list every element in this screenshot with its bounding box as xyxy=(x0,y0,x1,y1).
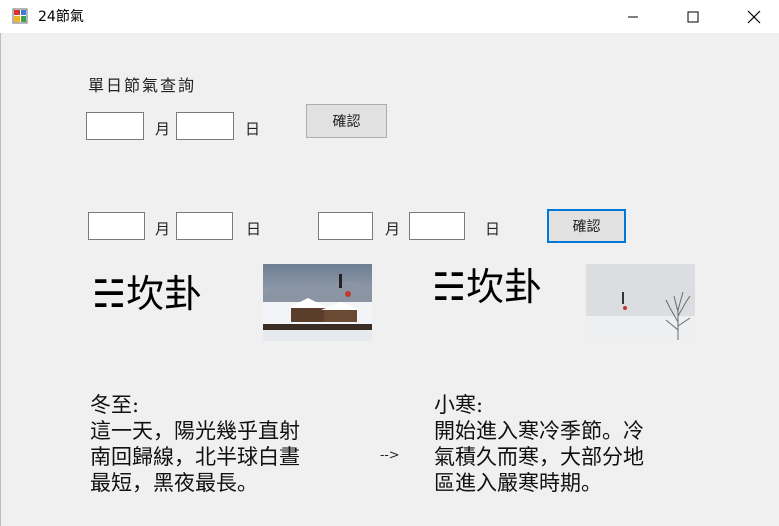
left-gua-label: ☵坎卦 xyxy=(92,272,203,316)
single-query-title: 單日節氣查詢 xyxy=(88,76,197,95)
single-confirm-button[interactable]: 確認 xyxy=(306,104,387,138)
start-day-input[interactable] xyxy=(176,212,233,240)
range-confirm-button[interactable]: 確認 xyxy=(547,209,626,243)
single-day-label: 日 xyxy=(245,120,261,138)
end-month-input[interactable] xyxy=(318,212,373,240)
snowy-tree-picture xyxy=(586,264,695,341)
right-solar-term-image xyxy=(586,264,695,341)
start-month-label: 月 xyxy=(155,220,171,238)
app-icon xyxy=(12,8,28,24)
start-day-label: 日 xyxy=(246,220,262,238)
end-day-input[interactable] xyxy=(409,212,465,240)
left-term-description: 這一天，陽光幾乎直射 南回歸線，北半球白晝 最短，黑夜最長。 xyxy=(90,419,300,495)
single-month-input[interactable] xyxy=(86,112,144,140)
right-term-name: 小寒: xyxy=(434,393,484,417)
left-term-name: 冬至: xyxy=(90,393,140,417)
maximize-button[interactable] xyxy=(670,0,716,33)
end-month-label: 月 xyxy=(385,220,401,238)
window-title: 24節氣 xyxy=(38,9,84,25)
single-day-input[interactable] xyxy=(176,112,234,140)
close-button[interactable] xyxy=(731,0,777,33)
right-gua-label: ☵坎卦 xyxy=(432,265,543,309)
right-term-description: 開始進入寒冷季節。冷 氣積久而寒，大部分地 區進入嚴寒時期。 xyxy=(434,419,644,495)
title-bar: 24節氣 xyxy=(0,0,779,33)
window-border xyxy=(0,33,1,526)
close-icon xyxy=(747,10,761,23)
left-solar-term-image xyxy=(263,264,372,341)
end-day-label: 日 xyxy=(485,220,501,238)
winter-village-picture xyxy=(263,264,372,341)
minimize-button[interactable] xyxy=(610,0,656,33)
minimize-icon xyxy=(628,16,638,17)
maximize-icon xyxy=(687,11,699,22)
single-month-label: 月 xyxy=(155,120,171,138)
start-month-input[interactable] xyxy=(88,212,145,240)
arrow-label: --> xyxy=(380,448,400,463)
